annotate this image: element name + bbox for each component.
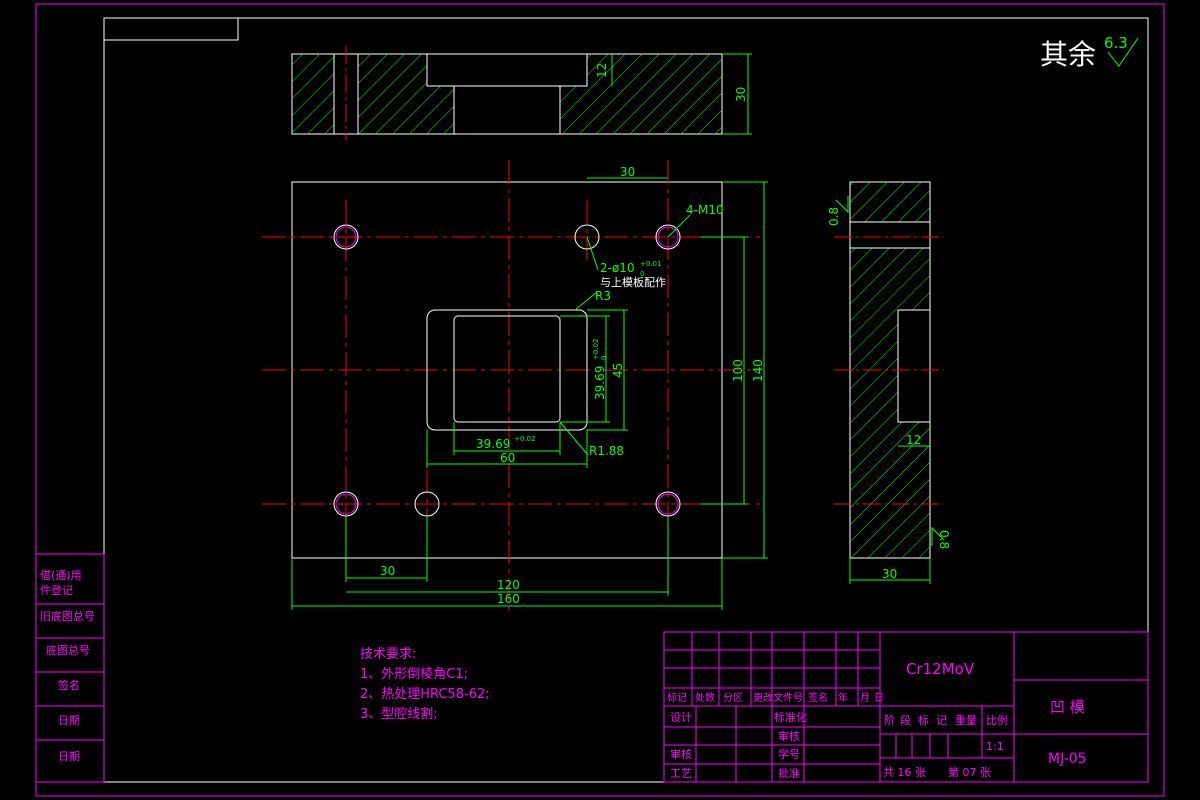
role-review: 审核 (670, 747, 692, 761)
role-process: 工艺 (670, 767, 692, 780)
dim-pin-hole: 2-ø10 (600, 261, 635, 275)
cad-drawing-canvas: 其余 6.3 12 30 30 4-M10 2-ø10 +0.01 0 与上模板… (35, 3, 1165, 797)
sheet-number: 第 07 张 (948, 765, 991, 779)
role-approve: 批准 (778, 766, 800, 780)
tech-item-3: 3、型腔线割; (360, 706, 438, 722)
roughness-prefix: 其余 (1040, 38, 1096, 71)
part-name: 凹 模 (1050, 698, 1085, 716)
pin-note: 与上模板配作 (600, 275, 666, 289)
rev-header-8: 日 (874, 693, 884, 704)
rev-header-6: 年 (838, 691, 848, 704)
strip-label-5: 签名 (58, 678, 80, 692)
rev-header-2: 处数 (695, 691, 715, 704)
tech-item-1: 1、外形倒棱角C1; (360, 666, 468, 682)
left-strip: 借(通)用 件登记 旧底图总号 底图总号 签名 日期 日期 (35, 553, 105, 783)
dim-cavity-w: 39.69 (476, 437, 510, 451)
dim-cavity-h-tol-lower: 0 (600, 356, 608, 360)
strip-label-7: 日期 (58, 750, 80, 763)
dim-opening-h: 45 (611, 363, 625, 378)
stage-weight: 重量 (955, 713, 977, 727)
dim-height-140: 140 (751, 359, 765, 382)
strip-label-4: 底图总号 (46, 643, 90, 657)
strip-label-6: 日期 (58, 714, 80, 727)
side-depth-dim: 12 (906, 433, 921, 447)
role-standard: 标准化 (774, 710, 807, 724)
dim-radius-outer: R3 (595, 289, 611, 303)
role-design: 设计 (670, 711, 692, 724)
role-student-no: 学号 (778, 747, 800, 761)
rev-header-1: 标记 (667, 692, 687, 704)
dim-radius-inner: R1.88 (589, 444, 624, 458)
dim-thread: 4-M10 (686, 203, 724, 217)
strip-label-2: 件登记 (40, 583, 73, 597)
dim-cavity-w-tol: +0.02 (514, 435, 535, 443)
dim-width-120: 120 (497, 578, 520, 592)
rev-header-4: 更改文件号 (753, 691, 803, 704)
stage-scale: 比例 (986, 713, 1008, 727)
dim-opening-w: 60 (500, 451, 515, 465)
strip-label-1: 借(通)用 (40, 569, 82, 582)
side-rough-top: 0.8 (827, 207, 841, 226)
rev-header-5: 签名 (808, 691, 828, 704)
surface-roughness-note: 其余 6.3 (1040, 34, 1139, 71)
dim-width-30: 30 (380, 564, 395, 578)
scale-value: 1:1 (986, 740, 1004, 753)
dim-width-160: 160 (497, 592, 520, 606)
strip-label-3: 旧底图总号 (40, 609, 95, 623)
tech-title: 技术要求: (360, 647, 416, 662)
dim-hole-spacing-top: 30 (620, 165, 635, 179)
dim-pin-tol-upper: +0.01 (640, 260, 661, 268)
top-view: 12 30 (291, 46, 752, 140)
rev-header-3: 分区 (723, 692, 743, 704)
dim-cavity-h-tol-upper: +0.02 (592, 339, 600, 360)
dim-height-100: 100 (731, 359, 745, 382)
material: Cr12MoV (906, 660, 975, 678)
dim-cavity-h: 39.69 (593, 366, 607, 400)
drawing-number: MJ-05 (1048, 751, 1087, 767)
side-width-dim: 30 (882, 567, 897, 581)
rev-header-7: 月 (860, 692, 870, 704)
cavity-inner (453, 315, 561, 423)
stage-h4: 记 (936, 714, 947, 727)
stage-h3: 标 (918, 713, 929, 727)
front-view: 30 4-M10 2-ø10 +0.01 0 与上模板配作 R3 39.69 +… (262, 160, 768, 615)
roughness-value: 6.3 (1104, 34, 1128, 52)
role-check: 审核 (778, 729, 800, 743)
stage-h2: 段 (900, 713, 911, 727)
top-depth-dim: 12 (595, 63, 609, 78)
side-view: 0.8 12 0.8 30 (827, 181, 951, 584)
corner-box (103, 17, 239, 41)
tech-requirements: 技术要求: 1、外形倒棱角C1; 2、热处理HRC58-62; 3、型腔线割; (360, 647, 490, 722)
sheets-total: 共 16 张 (883, 766, 926, 779)
stage-h1: 阶 (884, 713, 895, 727)
tech-item-2: 2、热处理HRC58-62; (360, 687, 490, 702)
title-block-text: Cr12MoV 凹 模 MJ-05 标记 处数 分区 更改文件号 签名 年 月 … (667, 660, 1087, 780)
top-height-dim: 30 (734, 87, 748, 102)
